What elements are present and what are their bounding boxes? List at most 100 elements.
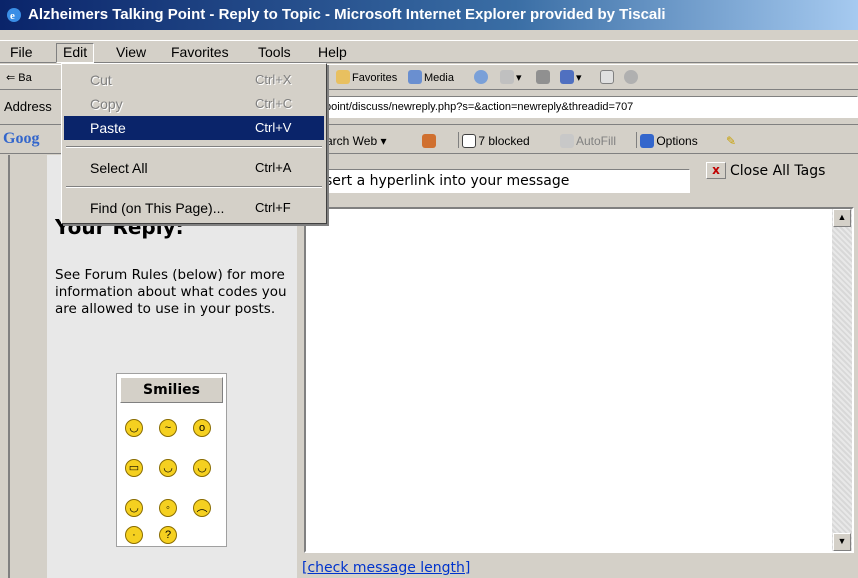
media-button[interactable]: Media — [408, 69, 454, 87]
edit-word-button[interactable]: ▾ — [560, 69, 582, 87]
frame-border — [8, 155, 10, 578]
options-icon — [640, 134, 655, 148]
pagerank-icon — [422, 134, 436, 148]
media-label: Media — [424, 72, 454, 84]
discuss-icon — [600, 70, 614, 84]
menu-view[interactable]: View — [110, 43, 152, 63]
popup-blocker-button[interactable]: 7 blocked — [458, 132, 530, 150]
printer-icon — [536, 70, 550, 84]
smiley-embarrassed-icon[interactable]: · — [125, 526, 143, 544]
menu-tools[interactable]: Tools — [252, 43, 297, 63]
favorites-label: Favorites — [352, 72, 398, 84]
search-web-label: arch Web — [326, 134, 378, 148]
popup-blocker-icon — [462, 134, 477, 148]
message-textarea[interactable]: ▲ ▼ — [304, 207, 854, 553]
messenger-button[interactable] — [624, 69, 640, 87]
menu-favorites[interactable]: Favorites — [165, 43, 235, 63]
menu-tools-label: Tools — [258, 44, 291, 60]
menu-file-label: File — [10, 44, 33, 60]
search-web-dropdown-icon: ▾ — [380, 134, 387, 148]
forum-rules-text: See Forum Rules (below) for more informa… — [55, 267, 287, 317]
edit-menu-dropdown: Cut Ctrl+X Copy Ctrl+C Paste Ctrl+V Sele… — [61, 63, 327, 224]
discuss-button[interactable] — [600, 69, 616, 87]
pagerank-button[interactable] — [422, 132, 438, 150]
menu-paste-label: Paste — [90, 120, 126, 136]
autofill-label: AutoFill — [576, 134, 617, 148]
autofill-icon — [560, 134, 574, 148]
smiley-frown-icon[interactable]: ︵ — [193, 499, 211, 517]
svg-text:e: e — [10, 10, 15, 22]
back-button[interactable]: ⇐ Ba — [6, 69, 32, 87]
back-label: Ba — [18, 72, 32, 84]
media-icon — [408, 70, 422, 84]
print-button[interactable] — [536, 69, 552, 87]
menu-edit[interactable]: Edit — [56, 43, 95, 63]
history-button[interactable] — [474, 69, 490, 87]
word-icon — [560, 70, 574, 84]
menu-paste-shortcut: Ctrl+V — [255, 120, 292, 135]
separator — [636, 132, 637, 148]
message-scrollbar[interactable]: ▲ ▼ — [832, 209, 852, 551]
smiley-tongue-icon[interactable]: ◡ — [193, 459, 211, 477]
scroll-up-icon[interactable]: ▲ — [833, 209, 851, 227]
favorites-icon — [336, 70, 350, 84]
options-button[interactable]: Options — [636, 132, 698, 150]
smiley-biggrin-icon[interactable]: ▭ — [125, 459, 143, 477]
menu-view-label: View — [116, 44, 147, 60]
menu-file[interactable]: File — [4, 43, 39, 63]
hyperlink-hint-field[interactable]: sert a hyperlink into your message — [318, 169, 690, 193]
separator — [458, 132, 459, 148]
autofill-button[interactable]: AutoFill — [560, 132, 616, 150]
smiley-smile-icon[interactable]: ◡ — [125, 419, 143, 437]
menu-select-all[interactable]: Select All Ctrl+A — [64, 156, 324, 180]
options-label: Options — [656, 134, 698, 148]
menu-edit-label: Edit — [63, 44, 88, 60]
menubar: File Edit View Favorites Tools Help — [0, 40, 858, 63]
favorites-button[interactable]: Favorites — [336, 69, 397, 87]
menu-paste[interactable]: Paste Ctrl+V — [64, 116, 324, 140]
smiley-eek-icon[interactable]: o — [193, 419, 211, 437]
check-message-length-link[interactable]: [check message length] — [302, 560, 470, 576]
history-icon — [474, 70, 488, 84]
mail-dropdown-icon: ▾ — [516, 72, 522, 84]
menu-copy-label: Copy — [90, 96, 123, 112]
google-logo-text: Goog — [3, 130, 40, 147]
smiley-cool-icon[interactable]: ◡ — [125, 499, 143, 517]
smiley-confused-icon[interactable]: ~ — [159, 419, 177, 437]
edit-dropdown-icon: ▾ — [576, 72, 582, 84]
window-title: Alzheimers Talking Point - Reply to Topi… — [28, 6, 666, 23]
menu-cut[interactable]: Cut Ctrl+X — [64, 68, 324, 92]
smiley-wink-icon[interactable]: ◡ — [159, 459, 177, 477]
close-all-tags-label: Close All Tags — [730, 163, 826, 179]
google-logo[interactable]: Goog — [3, 130, 39, 148]
menu-help[interactable]: Help — [312, 43, 353, 63]
messenger-icon — [624, 70, 638, 84]
blocked-label: 7 blocked — [478, 134, 530, 148]
mail-button[interactable]: ▾ — [500, 69, 522, 87]
smiley-question-icon[interactable]: ? — [159, 526, 177, 544]
highlight-button[interactable]: ✎ — [726, 132, 736, 150]
menu-separator — [66, 146, 322, 148]
close-all-tags-button[interactable]: x Close All Tags — [706, 160, 858, 186]
address-label: Address — [4, 99, 52, 114]
menu-help-label: Help — [318, 44, 347, 60]
menu-copy[interactable]: Copy Ctrl+C — [64, 92, 324, 116]
search-web-button[interactable]: arch Web ▾ — [326, 132, 387, 150]
menu-select-all-shortcut: Ctrl+A — [255, 160, 292, 175]
smilies-box: Smilies ◡ ~ o ▭ ◡ ◡ ◡ ◦ ︵ · ? — [116, 373, 227, 547]
menu-find-label: Find (on This Page)... — [90, 200, 225, 216]
menu-find[interactable]: Find (on This Page)... Ctrl+F — [64, 196, 324, 220]
highlighter-icon: ✎ — [726, 134, 737, 148]
window-titlebar: e Alzheimers Talking Point - Reply to To… — [0, 0, 858, 30]
back-arrow-icon: ⇐ — [6, 72, 16, 84]
smilies-title: Smilies — [120, 377, 223, 403]
smiley-rolleyes-icon[interactable]: ◦ — [159, 499, 177, 517]
menu-select-all-label: Select All — [90, 160, 148, 176]
menu-separator — [66, 186, 322, 188]
mail-icon — [500, 70, 514, 84]
menu-cut-label: Cut — [90, 72, 112, 88]
menu-favorites-label: Favorites — [171, 44, 229, 60]
ie-logo-icon: e — [7, 8, 21, 22]
menu-find-shortcut: Ctrl+F — [255, 200, 291, 215]
scroll-down-icon[interactable]: ▼ — [833, 533, 851, 551]
